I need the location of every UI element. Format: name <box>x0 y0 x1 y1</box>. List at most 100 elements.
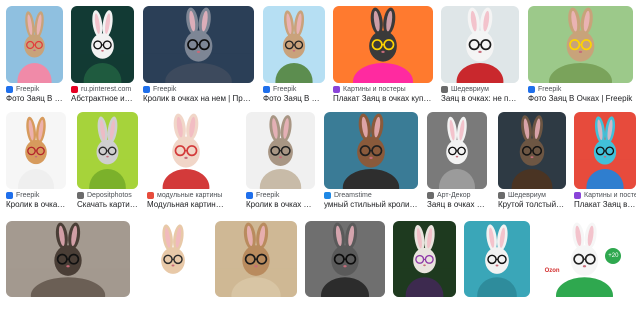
source-name: модульные картины <box>157 191 223 199</box>
result-title[interactable]: Фото Заяц В Очка… <box>263 94 325 105</box>
rabbit-sunglasses-image[interactable] <box>71 6 134 83</box>
rabbit-jacket-image[interactable] <box>246 112 315 189</box>
neon-rabbit-image[interactable] <box>574 112 636 189</box>
teal-rabbit-image[interactable] <box>464 221 530 297</box>
source-name: Freepik <box>256 191 280 199</box>
site-favicon-icon <box>427 191 434 199</box>
purple-glasses-rabbit-image[interactable] <box>393 221 456 297</box>
source-name: Freepik <box>538 85 562 93</box>
image-result[interactable]: FreepikФото Заяц В Очка… <box>6 6 63 105</box>
source-name: Шедевриум <box>451 85 489 93</box>
result-title[interactable]: Кролик в очках и оч… <box>6 200 66 211</box>
result-source[interactable]: модульные картины <box>147 190 225 200</box>
result-source[interactable]: Freepik <box>528 84 633 94</box>
rabbit-red-sweater-image[interactable] <box>441 6 519 83</box>
image-result[interactable]: FreepikКролик в очках и па… <box>246 112 315 211</box>
result-source[interactable]: Шедевриум <box>498 190 566 200</box>
image-result[interactable]: FreepikКролик в очках на нем | Премиум … <box>143 6 254 105</box>
result-title[interactable]: Фото Заяц В Очка… <box>6 94 63 105</box>
image-result[interactable]: модульные картиныМодульная картина Заяц … <box>147 112 225 211</box>
source-name: Картины и постеры <box>584 191 636 199</box>
image-result[interactable]: Dreamstimeумный стильный кролик в очк… <box>324 112 418 211</box>
result-source[interactable]: Шедевриум <box>441 84 519 94</box>
result-title[interactable]: Скачать картинки … <box>77 200 138 211</box>
source-name: Арт-Декор <box>437 191 471 199</box>
result-title[interactable]: Крутой толстый зая… <box>498 200 566 211</box>
site-favicon-icon <box>528 85 535 93</box>
sale-badge: +20 <box>605 247 622 264</box>
image-result[interactable]: FreepikКролик в очках и оч… <box>6 112 66 211</box>
result-source[interactable]: ru.pinterest.com <box>71 84 134 94</box>
image-result[interactable]: Картины и постеры Плакат Заяц в очках куп… <box>333 6 433 105</box>
result-source[interactable]: Картины и постеры <box>574 190 636 200</box>
rabbit-car-image[interactable] <box>498 112 566 189</box>
result-title[interactable]: Плакат Заяц в… <box>574 200 636 211</box>
result-title[interactable]: Модульная картина Заяц в … <box>147 200 225 211</box>
source-name: Freepik <box>153 85 177 93</box>
rabbit-landscape-image[interactable] <box>528 6 633 83</box>
site-favicon-icon <box>333 85 340 93</box>
source-name: Freepik <box>16 191 40 199</box>
result-source[interactable]: Freepik <box>246 190 315 200</box>
image-result[interactable]: Картины и постерыПлакат Заяц в… <box>574 112 636 211</box>
grey-rabbit-glasses-image[interactable] <box>143 6 254 83</box>
result-source[interactable]: Freepik <box>143 84 254 94</box>
image-result[interactable] <box>464 221 530 319</box>
result-source[interactable]: Dreamstime <box>324 190 418 200</box>
site-favicon-icon <box>6 85 13 93</box>
image-result[interactable]: ru.pinterest.comАбстрактное иску… <box>71 6 134 105</box>
result-source[interactable]: Freepik <box>6 84 63 94</box>
watercolor-bunny-image[interactable] <box>140 221 206 297</box>
result-source[interactable]: Depositphotos <box>77 190 138 200</box>
result-source[interactable]: Freepik <box>6 190 66 200</box>
source-name: Freepik <box>273 85 297 93</box>
pop-art-rabbit-image[interactable] <box>333 6 433 83</box>
image-result[interactable]: ШедевриумЗаяц в очках: не прост… <box>441 6 519 105</box>
image-result[interactable]: FreepikФото Заяц В Очка… <box>263 6 325 105</box>
image-result[interactable] <box>393 221 456 319</box>
sketch-rabbit-image[interactable] <box>77 112 138 189</box>
rabbit-motorcycle-image[interactable] <box>305 221 385 297</box>
image-result[interactable] <box>6 221 130 319</box>
site-favicon-icon <box>246 191 253 199</box>
image-result[interactable]: +20 Ozon <box>537 221 632 319</box>
bw-rabbit-image[interactable] <box>427 112 487 189</box>
result-title[interactable]: Заяц в очках: не прост… <box>441 94 519 105</box>
source-name: Freepik <box>16 85 40 93</box>
site-favicon-icon <box>6 191 13 199</box>
real-rabbits-sunglasses-image[interactable] <box>6 221 130 297</box>
result-source[interactable]: Арт-Декор <box>427 190 487 200</box>
site-favicon-icon <box>77 191 84 199</box>
image-result[interactable] <box>140 221 206 319</box>
source-name: ru.pinterest.com <box>81 85 132 93</box>
result-title[interactable]: Плакат Заяц в очках купить на… <box>333 94 433 105</box>
site-favicon-icon <box>324 191 331 199</box>
result-title[interactable]: Заяц в очках 40*50 <box>427 200 487 211</box>
site-favicon-icon <box>71 85 78 93</box>
image-result[interactable] <box>305 221 385 319</box>
painted-rabbit-image[interactable] <box>324 112 418 189</box>
result-source[interactable]: Картины и постеры <box>333 84 433 94</box>
result-title[interactable]: Абстрактное иску… <box>71 94 134 105</box>
result-source[interactable]: Freepik <box>263 84 325 94</box>
site-favicon-icon <box>574 191 581 199</box>
image-result[interactable]: Freepik Фото Заяц В Очках | Freepik <box>528 6 633 105</box>
result-title[interactable]: Кролик в очках и па… <box>246 200 315 211</box>
source-name: Картины и постеры <box>343 85 406 93</box>
image-result[interactable]: ШедевриумКрутой толстый зая… <box>498 112 566 211</box>
cute-bunny-image[interactable] <box>147 112 225 189</box>
rabbit-pink-suit-image[interactable] <box>6 6 63 83</box>
image-result[interactable]: DepositphotosСкачать картинки … <box>77 112 138 211</box>
image-result[interactable] <box>215 221 297 319</box>
fluffy-rabbit-image[interactable] <box>6 112 66 189</box>
site-favicon-icon <box>441 85 448 93</box>
result-title[interactable]: Фото Заяц В Очках | Freepik <box>528 94 633 105</box>
result-title[interactable]: умный стильный кролик в очк… <box>324 200 418 211</box>
real-rabbit-glasses-image[interactable] <box>215 221 297 297</box>
site-favicon-icon <box>498 191 505 199</box>
image-result[interactable]: Арт-ДекорЗаяц в очках 40*50 <box>427 112 487 211</box>
source-name: Шедевриум <box>508 191 546 199</box>
source-name: Depositphotos <box>87 191 132 199</box>
rabbit-green-jacket-image[interactable] <box>263 6 325 83</box>
result-title[interactable]: Кролик в очках на нем | Премиум … <box>143 94 254 105</box>
